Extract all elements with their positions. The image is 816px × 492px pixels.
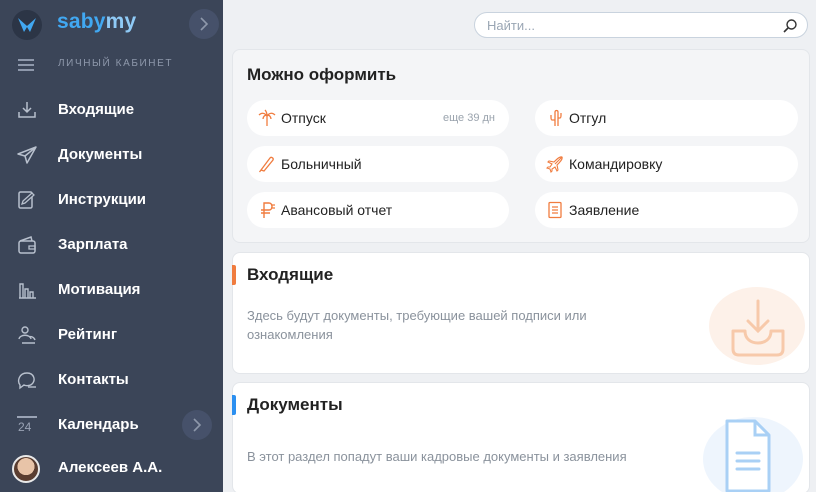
cabinet-label: ЛИЧНЫЙ КАБИНЕТ [58,58,174,69]
cactus-icon [546,109,564,127]
search-icon[interactable] [782,18,798,34]
sidebar-item-incoming[interactable]: Входящие [0,90,223,130]
sidebar-item-instructions[interactable]: Инструкции [0,180,223,220]
sidebar-item-label: Мотивация [58,281,141,298]
sidebar-item-label: Входящие [58,101,135,118]
chevron-right-icon [200,17,209,31]
sidebar-item-motivation[interactable]: Мотивация [0,270,223,310]
sidebar-item-label: Зарплата [58,236,128,253]
sidebar-item-label: Календарь [58,416,139,433]
section-accent-bar [232,395,236,415]
sidebar-item-label: Инструкции [58,191,147,208]
sidebar-item-label: Документы [58,146,143,163]
action-day-off[interactable]: Отгул [535,100,798,136]
thermometer-icon [258,155,276,173]
incoming-description: Здесь будут документы, требующие вашей п… [247,308,587,342]
sidebar-item-calendar[interactable]: 24 Календарь [0,405,223,445]
menu-icon[interactable] [18,59,34,71]
chevron-right-icon [193,418,202,432]
document-icon [546,201,564,219]
action-label: Отгул [569,110,607,126]
action-label: Заявление [569,202,640,218]
sidebar-collapse-button[interactable] [189,9,219,39]
calendar-day: 24 [18,420,32,434]
sidebar-item-documents[interactable]: Документы [0,135,223,175]
section-accent-bar [232,265,236,285]
search-placeholder: Найти... [487,18,535,33]
logo-text-part1: saby [57,10,106,33]
calendar-icon: 24 [16,415,38,435]
sidebar-user[interactable]: Алексеев А.А. [0,448,223,488]
chat-bubble-icon [16,369,38,391]
document-illustration-icon [725,419,771,492]
documents-description: В этот раздел попадут ваши кадровые доку… [247,449,627,464]
action-advance-report[interactable]: Авансовый отчет [247,192,509,228]
sabymy-logo-icon[interactable] [12,10,42,40]
user-name: Алексеев А.А. [58,459,163,476]
edit-document-icon [16,189,38,211]
wallet-icon [16,234,38,256]
ruble-icon [258,201,276,219]
action-label: Авансовый отчет [281,202,393,218]
cabinet-row[interactable]: ЛИЧНЫЙ КАБИНЕТ [0,52,223,76]
sidebar-item-contacts[interactable]: Контакты [0,360,223,400]
documents-title: Документы [247,395,343,414]
documents-card[interactable]: Документы В этот раздел попадут ваши кад… [232,382,810,492]
action-label: Командировку [569,156,663,172]
action-business-trip[interactable]: Командировку [535,146,798,182]
paper-plane-icon [16,144,38,166]
avatar[interactable] [12,455,40,483]
quick-actions-card: Можно оформить Отпуск еще 39 дн Отгул Бо… [232,49,810,243]
logo-row: sabymy [0,0,223,48]
incoming-card[interactable]: Входящие Здесь будут документы, требующи… [232,252,810,374]
action-sick-leave[interactable]: Больничный [247,146,509,182]
app-logo[interactable]: sabymy [57,10,136,34]
sidebar: sabymy ЛИЧНЫЙ КАБИНЕТ Входящие Документы… [0,0,223,492]
people-icon [16,324,38,346]
action-vacation[interactable]: Отпуск еще 39 дн [247,100,509,136]
action-statement[interactable]: Заявление [535,192,798,228]
sidebar-item-label: Контакты [58,371,129,388]
logo-text-part2: my [105,10,137,33]
bar-chart-icon [16,279,38,301]
calendar-expand-button[interactable] [182,410,212,440]
incoming-title: Входящие [247,265,334,284]
sidebar-item-label: Рейтинг [58,326,118,343]
sidebar-item-salary[interactable]: Зарплата [0,225,223,265]
airplane-icon [545,155,564,174]
search-input[interactable]: Найти... [474,12,808,38]
vacation-days-left: еще 39 дн [442,112,495,124]
palm-tree-icon [258,109,276,127]
inbox-illustration-icon [731,299,785,357]
inbox-download-icon [16,99,38,121]
action-label: Больничный [281,156,362,172]
action-label: Отпуск [281,110,326,126]
sidebar-item-rating[interactable]: Рейтинг [0,315,223,355]
quick-actions-title: Можно оформить [247,65,397,84]
